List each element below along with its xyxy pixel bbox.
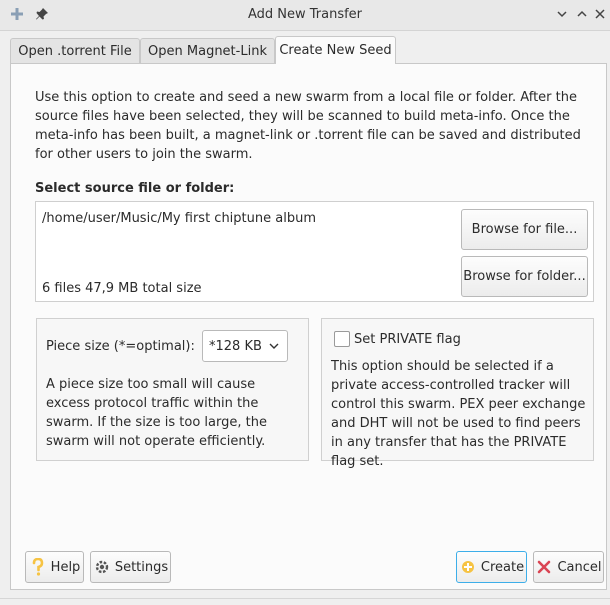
browse-folder-label: Browse for folder...	[463, 269, 586, 284]
piece-size-select[interactable]: *128 KB	[202, 330, 288, 362]
piece-size-label: Piece size (*=optimal):	[46, 339, 195, 354]
create-seed-panel: Use this option to create and seed a new…	[10, 63, 607, 590]
tab-label: Open Magnet-Link	[148, 43, 267, 59]
cancel-button[interactable]: Cancel	[533, 551, 604, 583]
help-icon	[29, 558, 47, 576]
window-bottom-border	[0, 598, 610, 599]
settings-label: Settings	[114, 559, 169, 575]
tab-label: Create New Seed	[279, 43, 392, 58]
private-flag-group: Set PRIVATE flag This option should be s…	[321, 318, 594, 469]
cancel-icon	[535, 558, 553, 576]
chevron-down-icon[interactable]	[554, 6, 570, 22]
private-flag-label[interactable]: Set PRIVATE flag	[354, 332, 461, 347]
help-button[interactable]: Help	[25, 551, 84, 583]
piece-size-value: *128 KB	[209, 338, 262, 354]
piece-size-description: A piece size too small will cause excess…	[46, 377, 267, 449]
browse-file-button[interactable]: Browse for file...	[461, 209, 588, 250]
create-label: Create	[480, 559, 525, 575]
source-path: /home/user/Music/My first chiptune album	[42, 211, 316, 226]
tab-create-new-seed[interactable]: Create New Seed	[275, 36, 396, 64]
piece-size-group: Piece size (*=optimal): *128 KB A piece …	[36, 318, 309, 461]
create-button[interactable]: Create	[456, 551, 527, 583]
private-flag-description: This option should be selected if a priv…	[331, 359, 586, 469]
source-section-label: Select source file or folder:	[35, 181, 235, 196]
settings-button[interactable]: Settings	[90, 551, 171, 583]
source-summary: 6 files 47,9 MB total size	[42, 281, 202, 296]
source-selection-box: /home/user/Music/My first chiptune album…	[35, 201, 594, 302]
private-flag-checkbox[interactable]	[334, 331, 350, 347]
browse-file-label: Browse for file...	[471, 222, 578, 237]
gear-icon	[93, 558, 111, 576]
chevron-up-icon[interactable]	[574, 6, 590, 22]
cancel-label: Cancel	[557, 559, 602, 575]
tab-label: Open .torrent File	[18, 43, 132, 59]
browse-folder-button[interactable]: Browse for folder...	[461, 256, 588, 297]
panel-description: Use this option to create and seed a new…	[35, 90, 581, 162]
title-bar: Add New Transfer	[0, 0, 610, 31]
create-icon	[459, 558, 477, 576]
help-label: Help	[50, 559, 81, 575]
tab-open-torrent-file[interactable]: Open .torrent File	[10, 38, 140, 63]
tab-open-magnet-link[interactable]: Open Magnet-Link	[140, 38, 275, 63]
window-title: Add New Transfer	[247, 7, 363, 22]
close-icon[interactable]	[592, 6, 608, 22]
chevron-down-icon	[269, 343, 279, 349]
